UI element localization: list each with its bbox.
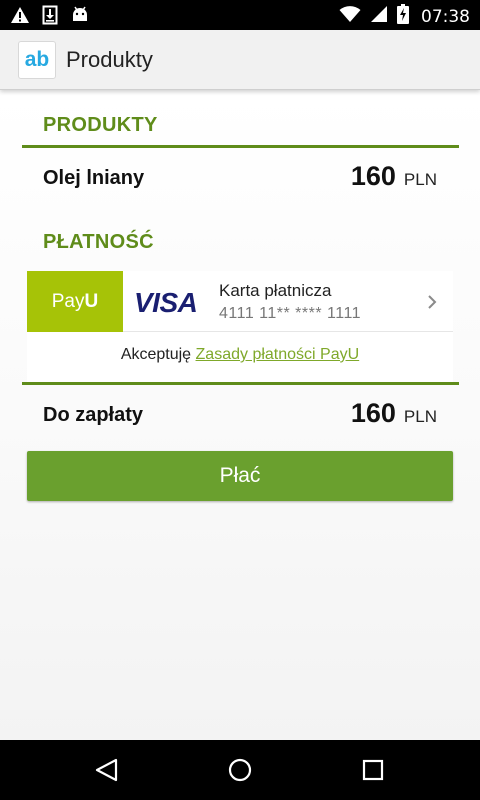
payu-logo: Pay U xyxy=(27,271,123,332)
back-icon[interactable] xyxy=(94,758,120,787)
android-icon xyxy=(70,6,90,29)
products-header-label: PRODUKTY xyxy=(43,114,158,136)
payment-header-label: PŁATNOŚĆ xyxy=(43,231,154,253)
products-section-header: PRODUKTY xyxy=(22,114,459,148)
terms-acceptance: Akceptuję Zasady płatności PayU xyxy=(27,346,453,364)
download-icon xyxy=(42,5,58,30)
total-row: Do zapłaty 160 PLN xyxy=(22,386,459,446)
payu-terms-link[interactable]: Zasady płatności PayU xyxy=(196,346,360,363)
product-name: Olej lniany xyxy=(43,167,145,189)
signal-icon xyxy=(369,5,389,28)
visa-logo: VISA xyxy=(134,287,198,318)
product-price: 160 PLN xyxy=(351,161,437,192)
warning-icon xyxy=(10,6,30,29)
payu-logo-accent: U xyxy=(84,290,99,312)
main-content: PRODUKTY Olej lniany 160 PLN PŁATNOŚĆ Pa… xyxy=(0,90,480,740)
battery-charging-icon xyxy=(397,4,409,29)
total-amount-value: 160 xyxy=(350,398,396,428)
wifi-icon xyxy=(339,5,361,28)
card-title: Karta płatnicza xyxy=(219,281,332,300)
card-number: 4111 11** **** 1111 xyxy=(219,305,362,322)
terms-prefix: Akceptuję xyxy=(120,346,196,363)
pay-button[interactable]: Płać xyxy=(27,451,453,501)
payu-logo-text: Pay xyxy=(51,290,85,312)
total-amount-currency: PLN xyxy=(403,407,437,426)
clock: 07:38 xyxy=(421,6,470,27)
app-bar: ab Produkty xyxy=(0,30,480,90)
payment-section-header: PŁATNOŚĆ xyxy=(22,231,459,269)
chevron-right-icon xyxy=(427,290,437,316)
total-label: Do zapłaty xyxy=(43,404,144,426)
payment-card: Pay U VISA Karta płatnicza 4111 11** ****… xyxy=(27,271,453,384)
recents-icon[interactable] xyxy=(361,758,385,787)
payment-method-selector[interactable]: Pay U VISA Karta płatnicza 4111 11** ****… xyxy=(27,271,453,332)
navigation-bar xyxy=(0,740,480,800)
product-row: Olej lniany 160 PLN xyxy=(22,149,459,209)
product-price-currency: PLN xyxy=(403,170,437,189)
total-divider xyxy=(22,382,459,385)
total-amount: 160 PLN xyxy=(351,398,437,429)
home-icon[interactable] xyxy=(227,758,253,787)
page-title: Produkty xyxy=(66,46,153,72)
app-logo[interactable]: ab xyxy=(18,40,56,79)
product-price-value: 160 xyxy=(350,161,396,191)
status-bar: 07:38 xyxy=(0,0,480,30)
